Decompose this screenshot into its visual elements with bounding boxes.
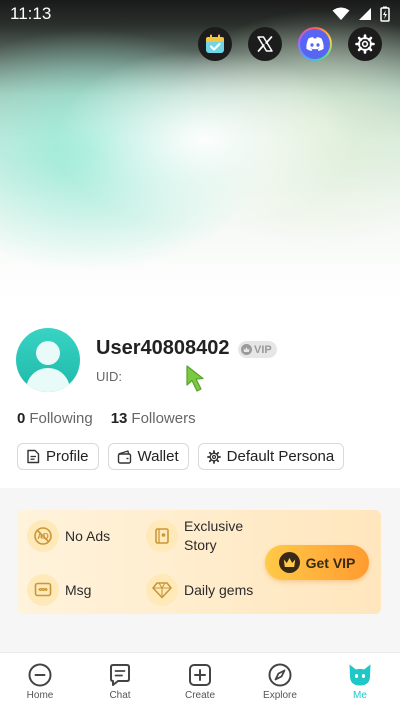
perk-daily-gems: Daily gems [146, 574, 253, 606]
nav-me-label: Me [353, 690, 367, 701]
avatar-body-shape [26, 368, 70, 392]
follow-stats: 0 Following 13 Followers [17, 410, 196, 427]
perk-no-ads: AD No Ads [27, 520, 110, 552]
default-persona-button[interactable]: Default Persona [197, 443, 345, 470]
avatar-head-shape [36, 341, 60, 365]
gear-icon [206, 449, 221, 464]
nav-me[interactable]: Me [320, 653, 400, 712]
nav-home[interactable]: Home [0, 653, 80, 712]
bottom-navigation: Home Chat Create Explore Me [0, 652, 400, 712]
vip-badge[interactable]: VIP [238, 341, 277, 358]
perk-daily-gems-label: Daily gems [184, 581, 254, 598]
nav-chat-label: Chat [109, 690, 131, 701]
message-infinity-icon [27, 574, 59, 606]
perk-msg: Msg [27, 574, 91, 606]
status-bar: 11:13 [0, 0, 400, 28]
home-icon [28, 663, 52, 687]
status-icons [332, 6, 390, 22]
following-label[interactable]: Following [29, 410, 92, 427]
perk-no-ads-label: No Ads [65, 527, 111, 544]
wallet-button-label: Wallet [137, 448, 179, 465]
vip-benefits-card[interactable]: AD No Ads Exclusive Story Msg [17, 510, 381, 614]
avatar[interactable] [16, 328, 80, 392]
nav-explore-label: Explore [263, 690, 297, 701]
compass-icon [268, 663, 292, 687]
wallet-icon [117, 449, 131, 464]
perk-msg-label: Msg [65, 581, 92, 598]
top-actions [198, 27, 382, 61]
perk-exclusive-line1: Exclusive [184, 518, 244, 534]
x-logo-icon [257, 36, 273, 52]
nav-explore[interactable]: Explore [240, 653, 320, 712]
discord-button[interactable] [298, 27, 332, 61]
default-persona-label: Default Persona [226, 448, 335, 465]
settings-button[interactable] [348, 27, 382, 61]
battery-icon [380, 6, 390, 22]
get-vip-button[interactable]: Get VIP [265, 545, 369, 580]
followers-count[interactable]: 13 [111, 410, 128, 427]
profile-chips: Profile Wallet Default Persona [17, 443, 345, 470]
username: User40808402 [96, 337, 230, 359]
chat-icon [110, 664, 130, 686]
discord-button-inner [300, 29, 330, 59]
discord-icon [306, 37, 324, 51]
pointer-cursor-icon [186, 365, 204, 392]
following-count[interactable]: 0 [17, 410, 25, 427]
vip-badge-icon [241, 344, 252, 355]
profile-button[interactable]: Profile [17, 443, 99, 470]
story-book-icon [146, 520, 178, 552]
wifi-icon [332, 7, 350, 20]
nav-home-label: Home [26, 690, 54, 701]
calendar-checkin-button[interactable] [198, 27, 232, 61]
nav-create-label: Create [184, 690, 215, 701]
perk-exclusive-story-label: Exclusive Story [184, 517, 243, 555]
signal-icon [359, 8, 371, 20]
perk-exclusive-story: Exclusive Story [146, 517, 243, 555]
cat-face-icon [349, 664, 371, 686]
gear-icon [355, 34, 375, 54]
nav-chat[interactable]: Chat [80, 653, 160, 712]
nav-create[interactable]: Create [160, 653, 240, 712]
vip-badge-label: VIP [254, 343, 272, 356]
perk-exclusive-line2: Story [184, 537, 217, 553]
x-twitter-button[interactable] [248, 27, 282, 61]
document-icon [27, 449, 40, 464]
profile-button-label: Profile [46, 448, 89, 465]
crown-icon [278, 552, 300, 573]
followers-label[interactable]: Followers [131, 410, 195, 427]
get-vip-label: Get VIP [305, 554, 356, 571]
calendar-check-icon [206, 34, 224, 53]
diamond-icon [146, 574, 178, 606]
plus-square-icon [189, 664, 211, 686]
status-time: 11:13 [10, 4, 52, 23]
wallet-button[interactable]: Wallet [107, 443, 189, 470]
no-ads-icon: AD [27, 520, 59, 552]
uid-label: UID: [96, 369, 122, 384]
